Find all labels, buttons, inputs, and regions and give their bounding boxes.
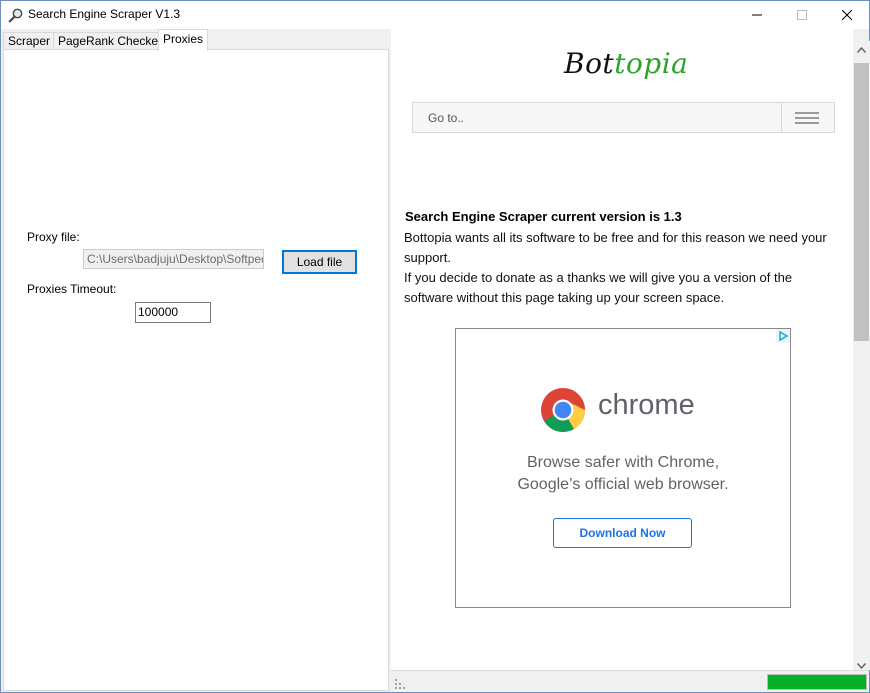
info-text-line: If you decide to donate as a thanks we w…	[404, 270, 793, 285]
logo-part-bot: Bot	[564, 47, 615, 80]
minimize-button[interactable]	[734, 1, 779, 29]
info-text-line: software without this page taking up you…	[404, 290, 725, 305]
scroll-down-button[interactable]	[853, 661, 870, 670]
chrome-wordmark: chrome	[598, 389, 695, 421]
download-now-button[interactable]: Download Now	[553, 518, 692, 548]
minimize-icon	[751, 14, 762, 16]
tab-strip: Scraper PageRank Checker Proxies	[3, 29, 389, 51]
goto-divider	[781, 103, 782, 132]
info-text-line: support.	[404, 250, 451, 265]
proxies-timeout-input[interactable]: 100000	[135, 302, 211, 323]
proxies-timeout-label: Proxies Timeout:	[27, 282, 117, 296]
scrollbar-thumb[interactable]	[854, 63, 869, 341]
adchoices-icon[interactable]	[776, 329, 790, 343]
chrome-ad-banner[interactable]: chrome Browse safer with Chrome, Google’…	[455, 328, 791, 608]
close-button[interactable]	[824, 1, 869, 29]
window-title: Search Engine Scraper V1.3	[28, 7, 181, 21]
ad-text-line: Browse safer with Chrome,	[526, 454, 720, 471]
proxy-file-path-field[interactable]: C:\Users\badjuju\Desktop\Softpedia	[83, 249, 264, 269]
ad-text-line: Google’s official web browser.	[517, 476, 729, 493]
goto-menu-bar[interactable]: Go to..	[412, 102, 835, 133]
chrome-logo-icon	[541, 388, 585, 432]
maximize-icon	[796, 10, 807, 20]
proxy-file-label: Proxy file:	[27, 230, 80, 244]
left-pane: Scraper PageRank Checker Proxies Proxy f…	[1, 29, 391, 692]
chevron-down-icon	[857, 662, 866, 669]
chevron-up-icon	[857, 46, 866, 53]
close-icon	[841, 10, 852, 20]
load-file-button[interactable]: Load file	[282, 250, 357, 274]
app-window: Search Engine Scraper V1.3 Scraper PageR…	[0, 0, 870, 693]
magnifier-icon	[8, 8, 23, 23]
title-bar: Search Engine Scraper V1.3	[1, 1, 869, 29]
proxies-tab-page: Proxy file: C:\Users\badjuju\Desktop\Sof…	[3, 49, 389, 691]
hamburger-menu-icon[interactable]	[795, 112, 819, 124]
logo-part-topia: topia	[614, 47, 689, 80]
vertical-scrollbar[interactable]	[853, 41, 870, 670]
info-text-line: Bottopia wants all its software to be fr…	[404, 230, 827, 245]
browser-pane: Bottopia Go to.. Search Engine Scraper c…	[391, 29, 853, 670]
status-bar	[391, 670, 869, 692]
bottopia-logo: Bottopia	[564, 47, 688, 80]
resize-grip-icon[interactable]	[395, 679, 405, 689]
progress-bar	[767, 674, 867, 690]
maximize-button[interactable]	[779, 1, 824, 29]
scroll-up-button[interactable]	[853, 41, 870, 58]
progress-bar-fill	[768, 675, 866, 689]
version-title: Search Engine Scraper current version is…	[405, 209, 682, 224]
goto-label: Go to..	[428, 111, 465, 125]
tab-proxies[interactable]: Proxies	[158, 29, 209, 51]
